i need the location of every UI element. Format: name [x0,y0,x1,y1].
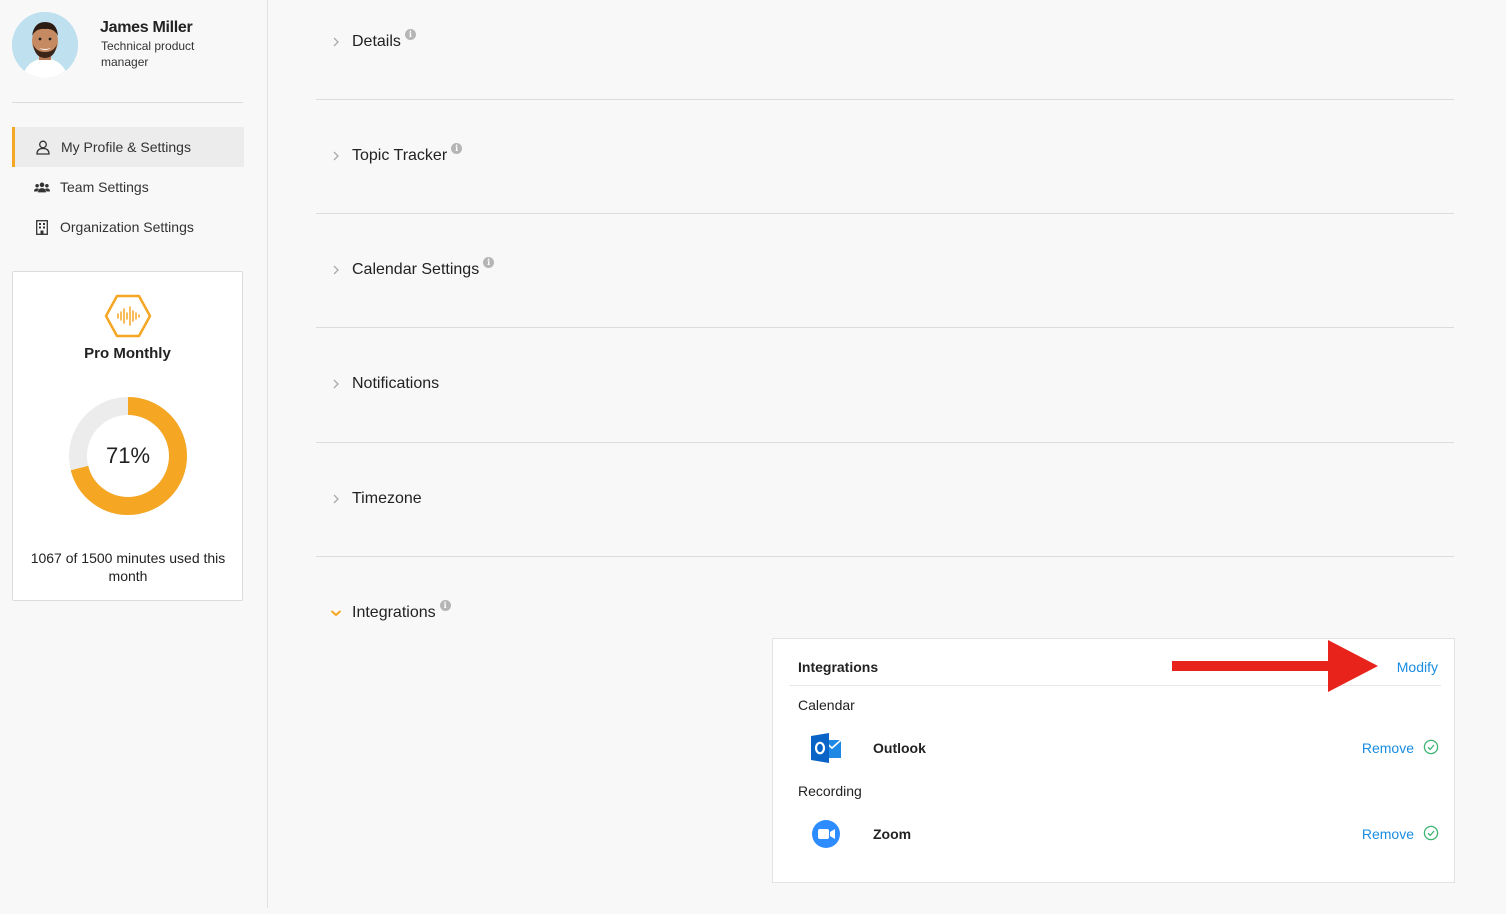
user-icon [35,139,51,155]
sidebar-item-label: My Profile & Settings [61,139,191,155]
integration-row-outlook: Outlook Remove [773,728,1454,768]
building-icon [34,219,50,235]
section-title: Integrations [352,604,436,621]
remove-zoom-link[interactable]: Remove [1362,826,1414,842]
sidebar-item-organization-settings[interactable]: Organization Settings [12,207,244,247]
chevron-right-icon [326,146,346,166]
plan-card: Pro Monthly 71% 1067 of 1500 minutes use… [12,271,243,601]
section-header-calendar-settings[interactable]: Calendar Settings i [316,255,495,285]
section-topic-tracker: Topic Tracker i [316,141,1454,214]
integration-row-zoom: Zoom Remove [773,814,1454,854]
section-details: Details i [316,27,1454,100]
section-title: Calendar Settings [352,261,480,278]
section-header-topic-tracker[interactable]: Topic Tracker i [316,141,463,171]
info-icon[interactable]: i [483,256,495,268]
section-timezone: Timezone [316,484,1454,557]
integration-name: Outlook [873,740,926,756]
chevron-right-icon [326,32,346,52]
chevron-right-icon [326,489,346,509]
integrations-panel-title: Integrations [798,659,879,675]
check-circle-icon [1423,739,1439,755]
usage-percent: 71% [105,443,151,468]
avatar[interactable] [12,12,78,78]
section-header-notifications[interactable]: Notifications [316,369,439,399]
section-notifications: Notifications [316,369,1454,443]
plan-name: Pro Monthly [84,345,171,362]
sidebar-item-label: Organization Settings [60,219,194,235]
sidebar-item-my-profile[interactable]: My Profile & Settings [12,127,244,167]
chevron-right-icon [326,374,346,394]
annotation-arrow-icon [1172,640,1378,692]
info-icon[interactable]: i [439,599,451,611]
chevron-right-icon [326,260,346,280]
sidebar: James Miller Technical product manager M… [0,0,268,908]
user-profile: James Miller Technical product manager [12,12,252,82]
group-label-calendar: Calendar [798,697,855,713]
sidebar-item-label: Team Settings [60,179,149,195]
section-header-details[interactable]: Details i [316,27,416,57]
profile-role: Technical product manager [101,39,195,69]
section-title: Topic Tracker [352,147,448,164]
sidebar-divider [12,102,243,103]
sidebar-item-team-settings[interactable]: Team Settings [12,167,244,207]
section-header-integrations[interactable]: Integrations i [316,598,451,628]
modify-link[interactable]: Modify [1397,659,1438,675]
remove-outlook-link[interactable]: Remove [1362,740,1414,756]
section-calendar-settings: Calendar Settings i [316,255,1454,328]
plan-badge-icon [104,294,152,338]
section-title: Details [352,33,401,50]
profile-name: James Miller [100,19,193,36]
usage-text: 1067 of 1500 minutes used this month [30,550,226,584]
zoom-icon [809,817,843,851]
info-icon[interactable]: i [404,28,416,40]
outlook-icon [809,731,843,765]
avatar-image [12,12,78,78]
chevron-down-icon [326,603,346,623]
section-header-timezone[interactable]: Timezone [316,484,422,514]
team-icon [34,179,50,195]
integration-name: Zoom [873,826,912,842]
section-title: Timezone [352,490,422,507]
section-title: Notifications [352,375,440,392]
check-circle-icon [1423,825,1439,841]
group-label-recording: Recording [798,783,862,799]
info-icon[interactable]: i [451,142,463,154]
